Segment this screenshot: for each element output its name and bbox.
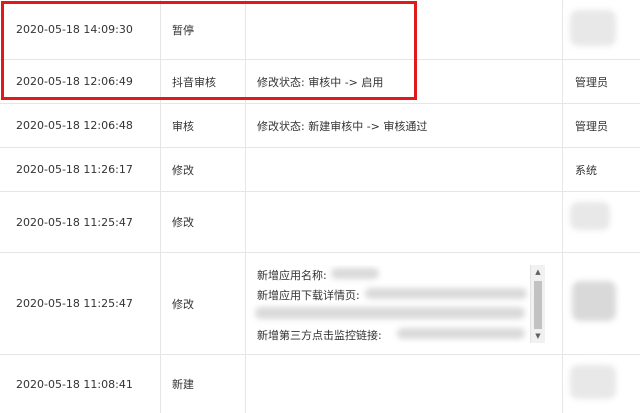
log-time: 2020-05-18 11:08:41 bbox=[16, 377, 133, 391]
redacted-value bbox=[365, 288, 527, 299]
log-action: 修改 bbox=[172, 297, 194, 311]
log-time: 2020-05-18 12:06:49 bbox=[16, 75, 133, 88]
table-row: 2020-05-18 14:09:30 暂停 bbox=[0, 0, 640, 60]
log-time: 2020-05-18 11:25:47 bbox=[16, 215, 133, 229]
scrollbar[interactable]: ▲ ▼ bbox=[530, 265, 545, 343]
log-operator: 管理员 bbox=[575, 119, 608, 133]
redacted-operator bbox=[572, 281, 616, 321]
redacted-operator bbox=[570, 365, 616, 399]
table-row: 2020-05-18 11:25:47 修改 新增应用名称: 新增应用下载详情页… bbox=[0, 253, 640, 355]
scroll-thumb[interactable] bbox=[534, 281, 542, 329]
table-row: 2020-05-18 11:25:47 修改 bbox=[0, 192, 640, 253]
log-time: 2020-05-18 11:25:47 bbox=[16, 297, 133, 310]
detail-line: 新增第三方点击监控链接: bbox=[257, 329, 382, 342]
detail-line: 新增应用下载详情页: bbox=[257, 289, 360, 302]
redacted-operator bbox=[570, 202, 610, 230]
redacted-operator bbox=[570, 10, 616, 46]
scroll-down-icon[interactable]: ▼ bbox=[531, 330, 545, 342]
redacted-value bbox=[397, 328, 525, 339]
log-detail: 修改状态: 新建审核中 -> 审核通过 bbox=[257, 119, 428, 133]
table-row: 2020-05-18 12:06:49 抖音审核 修改状态: 审核中 -> 启用… bbox=[0, 60, 640, 104]
detail-line: 新增应用名称: bbox=[257, 269, 327, 282]
log-operator: 系统 bbox=[575, 163, 597, 177]
log-action: 修改 bbox=[172, 163, 194, 177]
log-operator: 管理员 bbox=[575, 75, 608, 89]
log-time: 2020-05-18 14:09:30 bbox=[16, 23, 133, 36]
log-action: 抖音审核 bbox=[172, 75, 216, 89]
redacted-value bbox=[331, 268, 379, 279]
log-action: 新建 bbox=[172, 378, 194, 391]
scroll-up-icon[interactable]: ▲ bbox=[531, 266, 545, 278]
log-time: 2020-05-18 11:26:17 bbox=[16, 163, 133, 176]
table-row: 2020-05-18 12:06:48 审核 修改状态: 新建审核中 -> 审核… bbox=[0, 104, 640, 148]
operation-log-table: 2020-05-18 14:09:30 暂停 2020-05-18 12:06:… bbox=[0, 0, 640, 413]
log-time: 2020-05-18 12:06:48 bbox=[16, 119, 133, 132]
log-action: 暂停 bbox=[172, 23, 194, 37]
detail-scroll-box[interactable]: 新增应用名称: 新增应用下载详情页: 新增第三方点击监控链接: ▲ ▼ bbox=[245, 265, 545, 343]
table-row: 2020-05-18 11:26:17 修改 系统 bbox=[0, 148, 640, 192]
log-action: 审核 bbox=[172, 119, 194, 133]
log-action: 修改 bbox=[172, 216, 194, 229]
table-row: 2020-05-18 11:08:41 新建 bbox=[0, 355, 640, 413]
log-detail: 修改状态: 审核中 -> 启用 bbox=[257, 75, 384, 89]
redacted-value bbox=[255, 307, 525, 319]
